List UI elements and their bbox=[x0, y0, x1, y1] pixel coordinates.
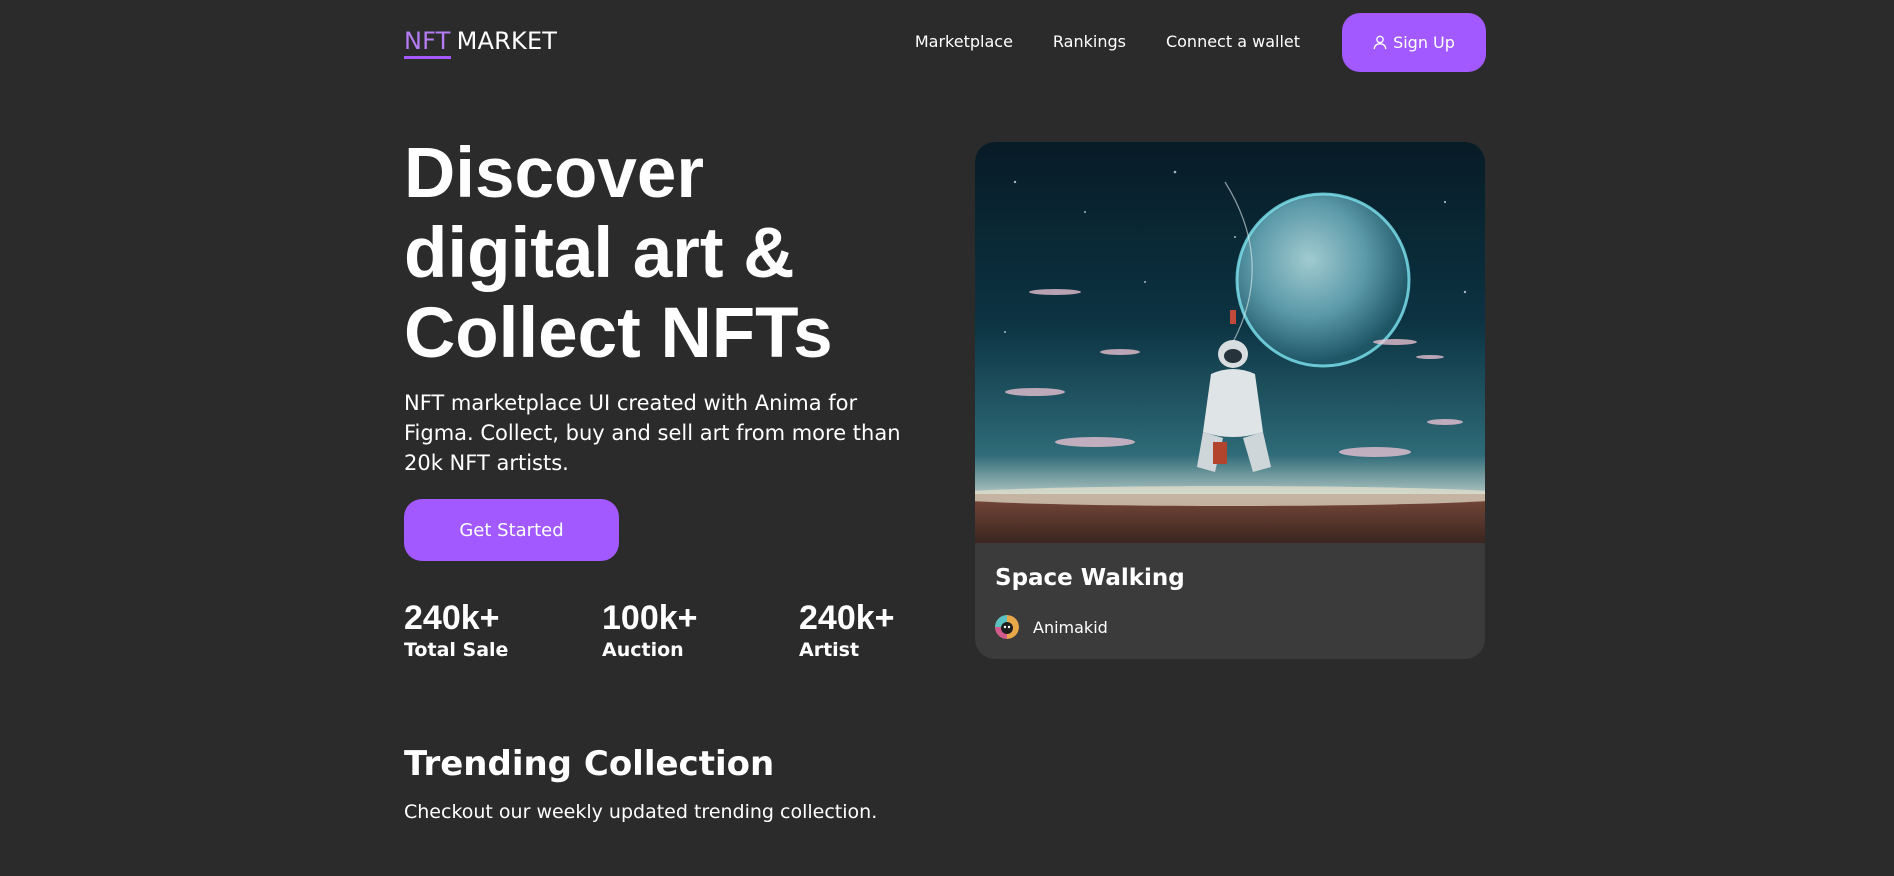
get-started-button[interactable]: Get Started bbox=[404, 499, 619, 561]
user-icon bbox=[1373, 35, 1387, 50]
main-nav: Marketplace Rankings Connect a wallet bbox=[915, 32, 1300, 51]
sign-up-button[interactable]: Sign Up bbox=[1342, 13, 1486, 72]
stat-value: 240k+ bbox=[799, 599, 895, 637]
hero-title-line-3: Collect NFTs bbox=[404, 294, 833, 373]
stat-total-sale: 240k+ Total Sale bbox=[404, 598, 508, 662]
logo-market-text: MARKET bbox=[456, 27, 558, 55]
artist-name: Animakid bbox=[1033, 617, 1108, 637]
sign-up-label: Sign Up bbox=[1393, 33, 1455, 52]
nav-link-marketplace[interactable]: Marketplace bbox=[915, 32, 1013, 51]
page: NFT MARKET Marketplace Rankings Connect a… bbox=[0, 0, 1894, 876]
hero-description: NFT marketplace UI created with Anima fo… bbox=[404, 391, 901, 475]
stat-label: Total Sale bbox=[404, 639, 509, 661]
featured-nft-image[interactable] bbox=[975, 142, 1485, 543]
featured-nft-card[interactable]: Space Walking Animakid bbox=[975, 142, 1485, 659]
stat-label: Artist bbox=[799, 639, 860, 661]
nft-artist[interactable]: Animakid bbox=[995, 615, 1108, 639]
nav-link-connect-wallet[interactable]: Connect a wallet bbox=[1166, 32, 1300, 51]
artist-avatar bbox=[995, 615, 1019, 639]
hero-title: Discover digital art & Collect NFTs bbox=[404, 134, 924, 374]
logo-nft-text: NFT bbox=[404, 27, 451, 59]
trending-collection-title: Trending Collection bbox=[404, 744, 775, 784]
nav-link-rankings[interactable]: Rankings bbox=[1053, 32, 1126, 51]
stat-value: 100k+ bbox=[602, 599, 698, 637]
stat-auction: 100k+ Auction bbox=[602, 598, 698, 662]
stat-artist: 240k+ Artist bbox=[799, 598, 895, 662]
nft-title[interactable]: Space Walking bbox=[995, 565, 1185, 591]
trending-collection-subtitle: Checkout our weekly updated trending col… bbox=[404, 801, 878, 823]
stat-label: Auction bbox=[602, 639, 684, 661]
hero-title-line-1: Discover bbox=[404, 134, 704, 213]
hero-title-line-2: digital art & bbox=[404, 214, 795, 293]
site-header: NFT MARKET Marketplace Rankings Connect a… bbox=[404, 13, 1486, 73]
site-logo[interactable]: NFT MARKET bbox=[404, 27, 558, 59]
hero-stats: 240k+ Total Sale 100k+ Auction 240k+ Art… bbox=[404, 598, 924, 668]
stat-value: 240k+ bbox=[404, 599, 500, 637]
